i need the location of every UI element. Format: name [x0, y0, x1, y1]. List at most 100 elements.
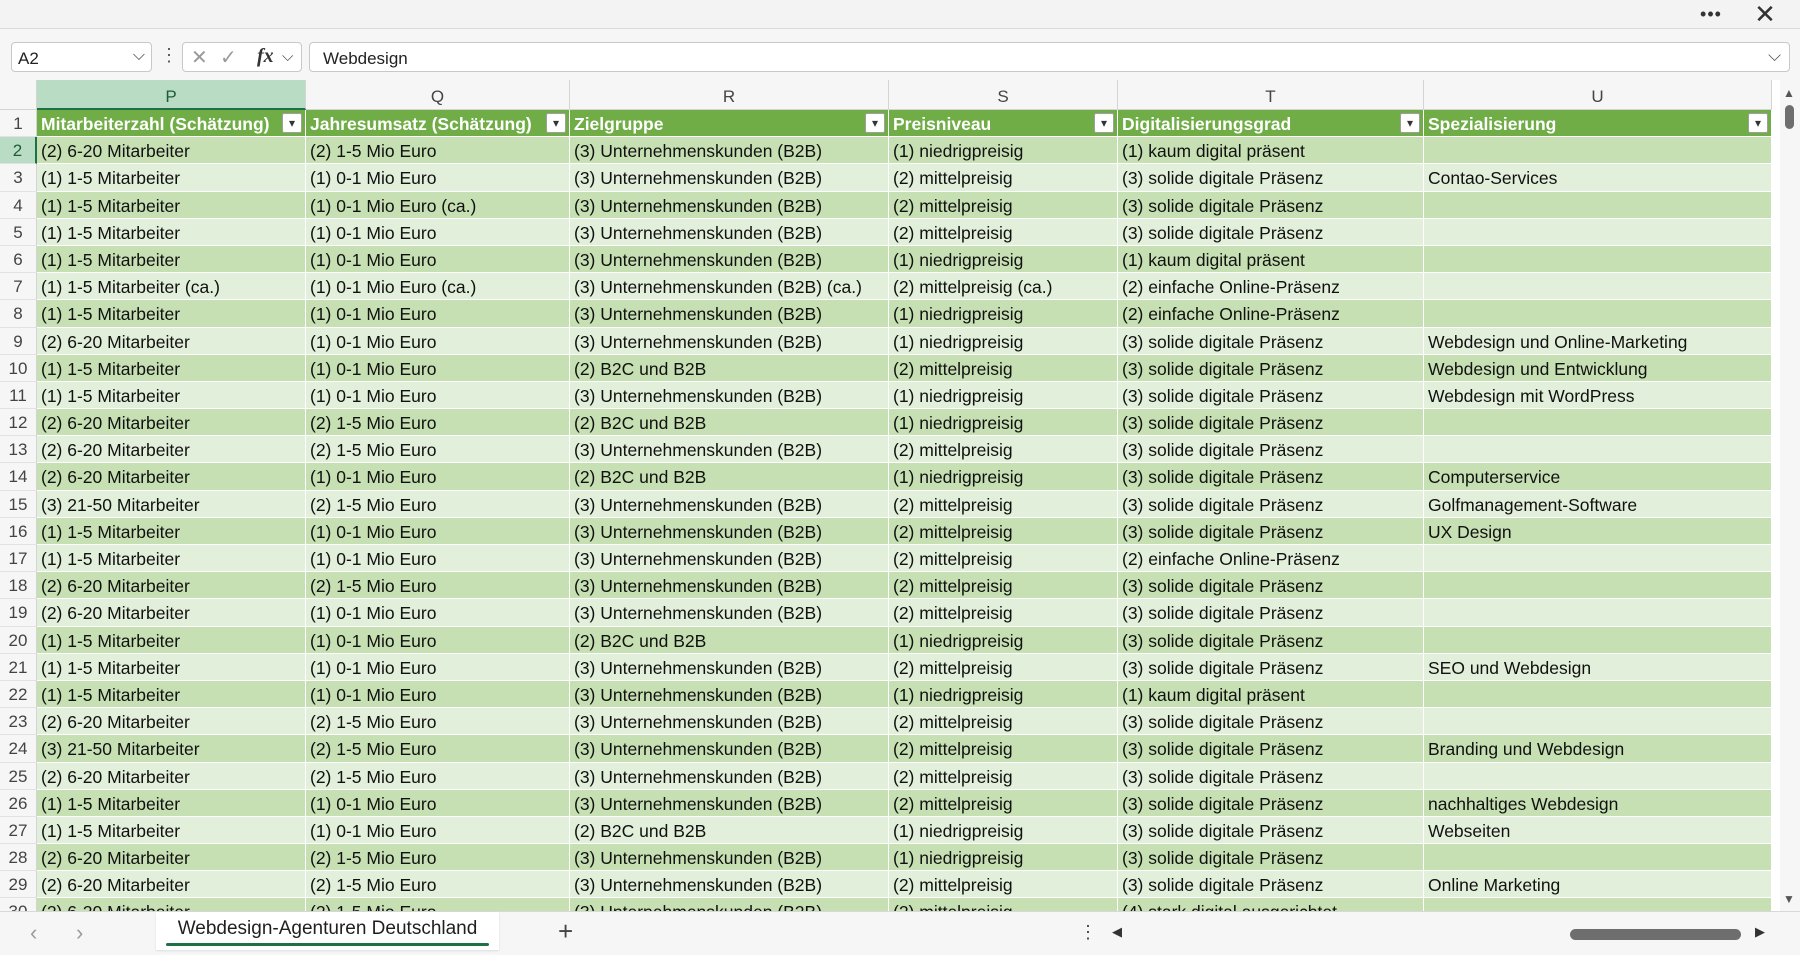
column-title-cell[interactable]: Spezialisierung ▾ [1424, 110, 1772, 138]
table-cell[interactable]: (1) 0-1 Mio Euro [306, 816, 570, 845]
table-cell[interactable]: (3) solide digitale Präsenz [1118, 599, 1424, 627]
row-number[interactable]: 23 [0, 708, 37, 736]
table-cell[interactable]: (3) solide digitale Präsenz [1118, 871, 1424, 899]
row-number[interactable]: 22 [0, 680, 37, 709]
row-number[interactable]: 24 [0, 735, 37, 763]
table-cell[interactable]: (2) 6-20 Mitarbeiter [37, 572, 306, 600]
column-title-cell[interactable]: Jahresumsatz (Schätzung) ▾ [306, 110, 570, 138]
filter-dropdown-icon[interactable]: ▾ [865, 113, 885, 133]
table-cell[interactable]: (2) 1-5 Mio Euro [306, 137, 570, 165]
row-number[interactable]: 25 [0, 762, 37, 790]
table-cell[interactable]: (1) 1-5 Mitarbeiter [37, 191, 306, 219]
table-cell[interactable]: (2) einfache Online-Präsenz [1118, 300, 1424, 328]
table-cell[interactable]: (3) Unternehmenskunden (B2B) [570, 708, 889, 736]
vertical-dots-icon[interactable]: ⋮ [1079, 922, 1097, 943]
row-number[interactable]: 29 [0, 871, 37, 899]
table-cell[interactable]: (2) 1-5 Mio Euro [306, 490, 570, 518]
table-cell[interactable]: (2) mittelpreisig [889, 762, 1118, 790]
row-number[interactable]: 2 [0, 137, 37, 165]
formula-input[interactable]: Webdesign ⌵ [309, 42, 1790, 72]
table-cell[interactable]: (1) 0-1 Mio Euro [306, 517, 570, 545]
table-cell[interactable]: (3) Unternehmenskunden (B2B) [570, 871, 889, 899]
table-cell[interactable]: (1) 0-1 Mio Euro [306, 680, 570, 709]
cancel-icon[interactable]: ✕ [191, 45, 208, 70]
table-cell[interactable]: (2) mittelpreisig [889, 735, 1118, 763]
table-cell[interactable]: Branding und Webdesign [1424, 735, 1772, 763]
close-icon[interactable]: ✕ [1742, 0, 1788, 29]
row-number[interactable]: 28 [0, 844, 37, 872]
table-cell[interactable]: (1) 1-5 Mitarbeiter [37, 517, 306, 545]
table-cell[interactable]: (1) niedrigpreisig [889, 463, 1118, 491]
select-all-corner[interactable] [0, 80, 37, 110]
table-cell[interactable]: (3) Unternehmenskunden (B2B) [570, 137, 889, 165]
sheet-tab-active[interactable]: Webdesign-Agenturen Deutschland [156, 912, 499, 950]
scroll-left-icon[interactable]: ◀ [1112, 924, 1122, 940]
table-cell[interactable]: (2) 6-20 Mitarbeiter [37, 708, 306, 736]
chevron-down-icon[interactable]: ⌵ [133, 47, 145, 65]
table-cell[interactable]: (1) 0-1 Mio Euro (ca.) [306, 273, 570, 301]
table-cell[interactable]: (2) 1-5 Mio Euro [306, 708, 570, 736]
table-cell[interactable]: (3) Unternehmenskunden (B2B) [570, 490, 889, 518]
table-cell[interactable]: (1) kaum digital präsent [1118, 680, 1424, 709]
table-cell[interactable]: (2) 6-20 Mitarbeiter [37, 844, 306, 872]
table-cell[interactable]: (3) Unternehmenskunden (B2B) [570, 545, 889, 573]
table-cell[interactable]: (1) 0-1 Mio Euro [306, 599, 570, 627]
table-cell[interactable]: (1) 1-5 Mitarbeiter [37, 218, 306, 246]
table-cell[interactable]: (3) Unternehmenskunden (B2B) [570, 218, 889, 246]
table-cell[interactable]: (1) niedrigpreisig [889, 409, 1118, 437]
table-cell[interactable]: Webseiten [1424, 816, 1772, 845]
table-cell[interactable]: (2) 6-20 Mitarbeiter [37, 762, 306, 790]
table-cell[interactable]: (1) 0-1 Mio Euro [306, 245, 570, 274]
table-cell[interactable]: (3) Unternehmenskunden (B2B) [570, 300, 889, 328]
table-cell[interactable]: (2) einfache Online-Präsenz [1118, 545, 1424, 573]
table-cell[interactable]: (3) Unternehmenskunden (B2B) [570, 898, 889, 911]
table-cell[interactable]: (2) mittelpreisig [889, 354, 1118, 382]
table-cell[interactable]: (1) 0-1 Mio Euro [306, 164, 570, 192]
row-number[interactable]: 12 [0, 409, 37, 437]
table-cell[interactable]: (3) solide digitale Präsenz [1118, 191, 1424, 219]
table-cell[interactable]: (1) 0-1 Mio Euro [306, 354, 570, 382]
column-header-r[interactable]: R [570, 80, 889, 110]
table-cell[interactable]: (1) 1-5 Mitarbeiter [37, 381, 306, 410]
table-cell[interactable]: (2) mittelpreisig [889, 191, 1118, 219]
more-options-icon[interactable]: ••• [1688, 0, 1734, 29]
table-cell[interactable]: (3) solide digitale Präsenz [1118, 354, 1424, 382]
table-cell[interactable]: (3) Unternehmenskunden (B2B) [570, 245, 889, 274]
table-cell[interactable]: (2) B2C und B2B [570, 409, 889, 437]
row-number[interactable]: 10 [0, 354, 37, 382]
table-cell[interactable]: (2) 1-5 Mio Euro [306, 762, 570, 790]
table-cell[interactable]: (1) 1-5 Mitarbeiter (ca.) [37, 273, 306, 301]
column-title-cell[interactable]: Zielgruppe ▾ [570, 110, 889, 138]
row-number[interactable]: 19 [0, 599, 37, 627]
table-cell[interactable]: (2) mittelpreisig [889, 653, 1118, 681]
table-cell[interactable]: (2) mittelpreisig [889, 572, 1118, 600]
table-cell[interactable]: (2) mittelpreisig [889, 436, 1118, 464]
table-cell[interactable]: (3) Unternehmenskunden (B2B) [570, 517, 889, 545]
table-cell[interactable]: (2) einfache Online-Präsenz [1118, 273, 1424, 301]
vertical-dots-icon[interactable]: ⋮ [160, 44, 178, 68]
table-cell[interactable]: (3) solide digitale Präsenz [1118, 381, 1424, 410]
table-cell[interactable]: (2) mittelpreisig [889, 517, 1118, 545]
table-cell[interactable]: SEO und Webdesign [1424, 653, 1772, 681]
table-cell[interactable]: (3) 21-50 Mitarbeiter [37, 735, 306, 763]
table-cell[interactable] [1424, 599, 1772, 627]
table-cell[interactable] [1424, 844, 1772, 872]
table-cell[interactable]: (2) 1-5 Mio Euro [306, 735, 570, 763]
table-cell[interactable]: (2) 6-20 Mitarbeiter [37, 409, 306, 437]
table-cell[interactable]: (1) 1-5 Mitarbeiter [37, 789, 306, 817]
table-cell[interactable]: (1) 0-1 Mio Euro [306, 300, 570, 328]
table-cell[interactable]: (1) 0-1 Mio Euro [306, 545, 570, 573]
add-sheet-icon[interactable]: + [558, 916, 573, 947]
table-cell[interactable]: (3) Unternehmenskunden (B2B) [570, 572, 889, 600]
table-cell[interactable]: (3) Unternehmenskunden (B2B) [570, 789, 889, 817]
table-cell[interactable] [1424, 680, 1772, 709]
row-number[interactable]: 20 [0, 626, 37, 654]
table-cell[interactable]: Webdesign mit WordPress [1424, 381, 1772, 410]
table-cell[interactable]: (1) 1-5 Mitarbeiter [37, 354, 306, 382]
table-cell[interactable]: (1) 1-5 Mitarbeiter [37, 545, 306, 573]
table-cell[interactable]: Webdesign und Online-Marketing [1424, 327, 1772, 355]
table-cell[interactable]: (1) 1-5 Mitarbeiter [37, 300, 306, 328]
table-cell[interactable]: (2) mittelpreisig [889, 789, 1118, 817]
filter-dropdown-icon[interactable]: ▾ [1400, 113, 1420, 133]
table-cell[interactable]: (3) Unternehmenskunden (B2B) [570, 436, 889, 464]
